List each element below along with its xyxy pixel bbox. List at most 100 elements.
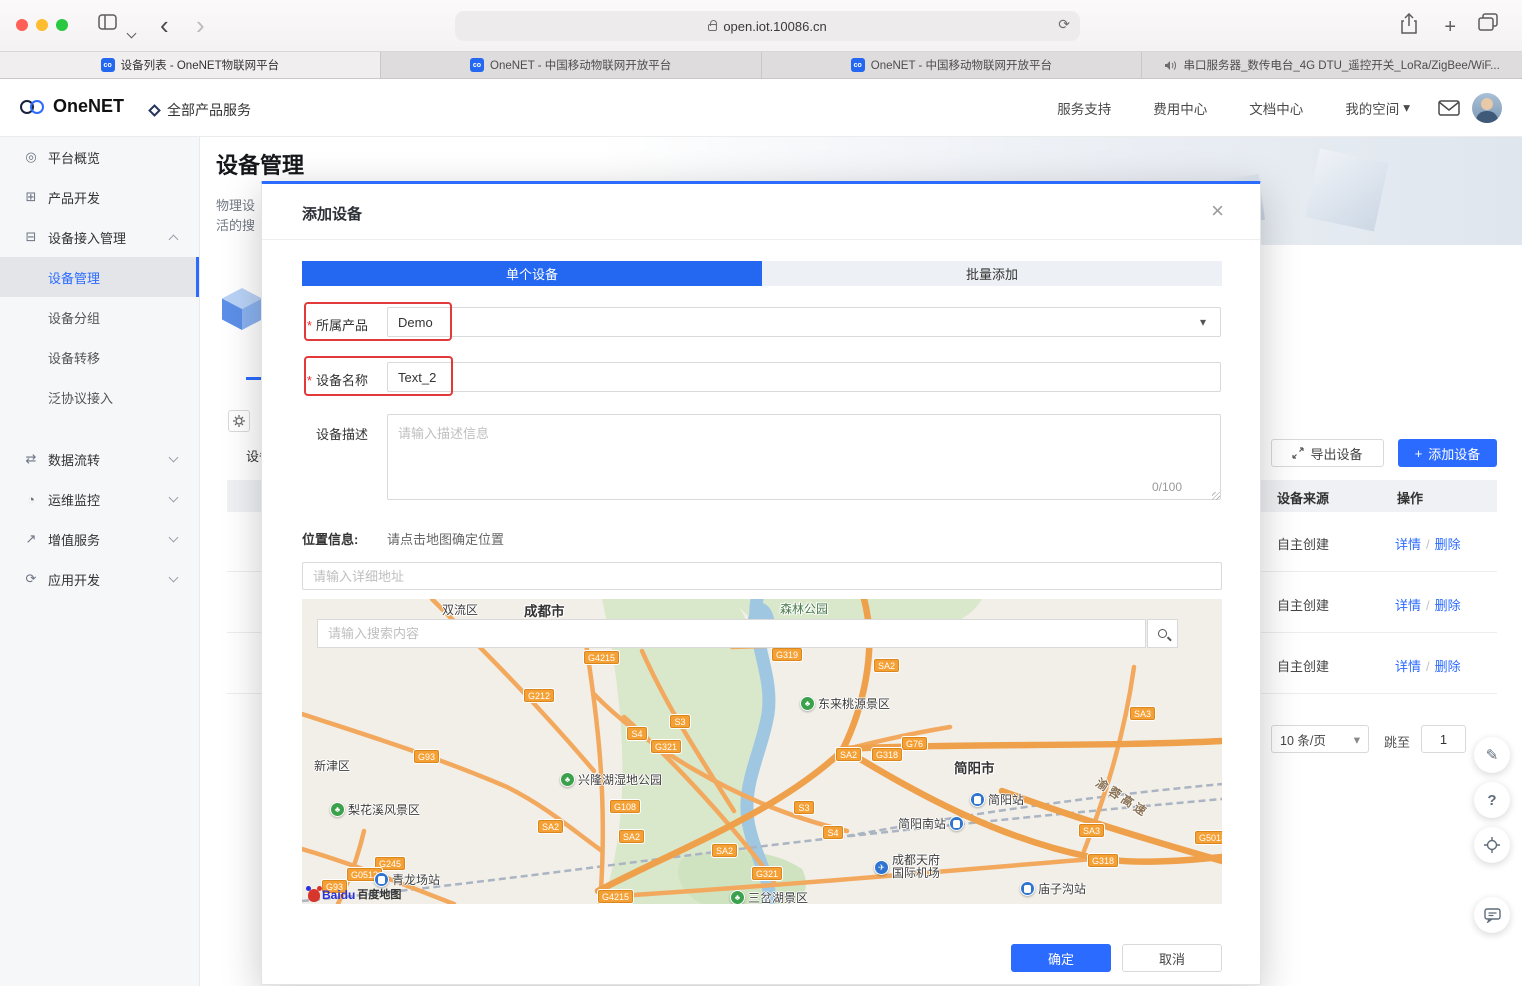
road-badge: SA2 [874,659,899,672]
new-tab-icon[interactable]: + [1444,16,1456,39]
road-badge: SA2 [538,820,563,833]
sidebar-item-ops-monitor[interactable]: ◔ 运维监控 [0,479,199,519]
sidebar-item-app-dev[interactable]: ⟳ 应用开发 [0,559,199,599]
nav-service-support[interactable]: 服务支持 [1057,98,1111,118]
refresh-icon[interactable]: ⟳ [1058,16,1070,33]
zoom-window-button[interactable] [56,19,68,31]
delete-link[interactable]: 删除 [1435,537,1461,552]
chevron-down-icon [169,573,179,583]
metro-icon [374,872,389,887]
jump-to-page-input[interactable] [1421,725,1466,753]
mail-icon[interactable] [1438,100,1460,116]
map-scenic-spot: ♣兴隆湖湿地公园 [560,771,662,788]
app-dev-icon: ⟳ [24,571,38,587]
address-bar[interactable]: open.iot.10086.cn ⟳ [455,11,1080,41]
device-name-input[interactable] [387,362,1221,392]
onenet-logo-icon [20,99,46,115]
map-search-button[interactable] [1147,619,1178,648]
user-avatar[interactable] [1472,93,1502,123]
sidebar-item-data-flow[interactable]: ⇄ 数据流转 [0,439,199,479]
nav-my-space[interactable]: 我的空间▾ [1345,98,1410,118]
help-button[interactable]: ? [1474,782,1510,818]
onenet-logo-text: OneNET [53,96,124,117]
locate-button[interactable] [1474,827,1510,863]
map-district-label: 双流区 [442,601,478,618]
browser-tab-3[interactable]: co OneNET - 中国移动物联网开放平台 [762,52,1143,78]
product-cube-icon [222,288,262,330]
baidu-map[interactable]: 双流区 成都市 森林公园 新津区 简阳市 ♣东来桃源景区 ♣兴隆湖湿地公园 ♣梨… [302,599,1222,904]
road-badge: S4 [823,826,843,839]
tab-overview-icon[interactable] [1478,13,1498,31]
sidebar-item-device-access[interactable]: ⊟ 设备接入管理 [0,217,199,257]
chat-button[interactable] [1474,897,1510,933]
table-settings-button[interactable] [228,410,250,432]
modal-title: 添加设备 [302,203,362,224]
road-badge: S3 [670,715,690,728]
column-device-source: 设备来源 [1277,488,1329,507]
chevron-up-icon [169,235,179,245]
chevron-down-icon: ▾ [1403,100,1410,116]
sidebar: ◎ 平台概览 ⊞ 产品开发 ⊟ 设备接入管理 设备管理 设备分组 设备转移 泛协… [0,137,200,986]
nav-billing-center[interactable]: 费用中心 [1153,98,1207,118]
sidebar-item-product-dev[interactable]: ⊞ 产品开发 [0,177,199,217]
minimize-window-button[interactable] [36,19,48,31]
onenet-logo[interactable]: OneNET [20,96,124,117]
sidebar-item-device-group[interactable]: 设备分组 [0,297,199,337]
chevron-down-icon [169,533,179,543]
sidebar-chevron-icon[interactable] [128,20,135,42]
map-station: 简阳南站 [898,815,964,832]
map-search-input[interactable] [317,619,1146,648]
tab-title: 串口服务器_数传电台_4G DTU_遥控开关_LoRa/ZigBee/WiF..… [1183,57,1499,73]
detail-link[interactable]: 详情 [1395,537,1421,552]
close-window-button[interactable] [16,19,28,31]
delete-link[interactable]: 删除 [1435,598,1461,613]
sidebar-toggle-icon[interactable] [98,14,117,30]
cancel-button[interactable]: 取消 [1122,944,1222,972]
back-button[interactable]: ‹ [160,14,169,36]
browser-tab-2[interactable]: co OneNET - 中国移动物联网开放平台 [381,52,762,78]
all-products-menu[interactable]: 全部产品服务 [150,100,251,120]
browser-tab-1[interactable]: co 设备列表 - OneNET物联网平台 [0,52,381,78]
sidebar-item-value-services[interactable]: ↗ 增值服务 [0,519,199,559]
sidebar-item-device-management[interactable]: 设备管理 [0,257,199,297]
browser-tab-4[interactable]: 串口服务器_数传电台_4G DTU_遥控开关_LoRa/ZigBee/WiF..… [1142,52,1522,78]
tab-single-device[interactable]: 单个设备 [302,261,762,286]
road-badge: G5013 [1195,831,1222,844]
forward-button[interactable]: › [196,14,205,36]
url-text: open.iot.10086.cn [723,19,826,34]
tab-batch-add[interactable]: 批量添加 [762,261,1222,286]
nav-doc-center[interactable]: 文档中心 [1249,98,1303,118]
sidebar-item-device-transfer[interactable]: 设备转移 [0,337,199,377]
road-badge: SA3 [1130,707,1155,720]
app-header: OneNET 全部产品服务 服务支持 费用中心 文档中心 我的空间▾ [0,79,1522,137]
address-input[interactable] [302,562,1222,590]
device-access-icon: ⊟ [24,229,38,245]
confirm-button[interactable]: 确定 [1011,944,1111,972]
page-size-select[interactable]: 10 条/页 ▾ [1271,725,1369,753]
description-textarea[interactable] [387,414,1221,500]
delete-link[interactable]: 删除 [1435,659,1461,674]
close-icon[interactable]: × [1211,198,1224,224]
select-caret-icon[interactable]: ▾ [1200,315,1206,329]
map-scenic-spot: ♣东来桃源景区 [800,695,890,712]
tree-icon: ♣ [330,802,345,817]
feedback-edit-button[interactable]: ✎ [1474,737,1510,773]
road-badge: G318 [872,748,902,761]
share-icon[interactable] [1400,13,1418,35]
add-device-button[interactable]: + 添加设备 [1398,439,1497,467]
sidebar-item-protocol-access[interactable]: 泛协议接入 [0,377,199,417]
road-badge: G319 [772,648,802,661]
baidu-paw-icon [308,889,320,902]
detail-link[interactable]: 详情 [1395,598,1421,613]
onenet-favicon: co [851,58,865,72]
detail-link[interactable]: 详情 [1395,659,1421,674]
location-hint: 请点击地图确定位置 [387,529,504,548]
lock-icon [708,24,717,31]
crosshair-icon [1484,837,1500,853]
product-select[interactable] [387,307,1221,337]
device-source-cell: 自主创建 [1277,595,1329,614]
chevron-down-icon [169,453,179,463]
sidebar-item-platform-overview[interactable]: ◎ 平台概览 [0,137,199,177]
resize-handle[interactable] [1212,492,1220,500]
export-devices-button[interactable]: 导出设备 [1271,439,1384,467]
